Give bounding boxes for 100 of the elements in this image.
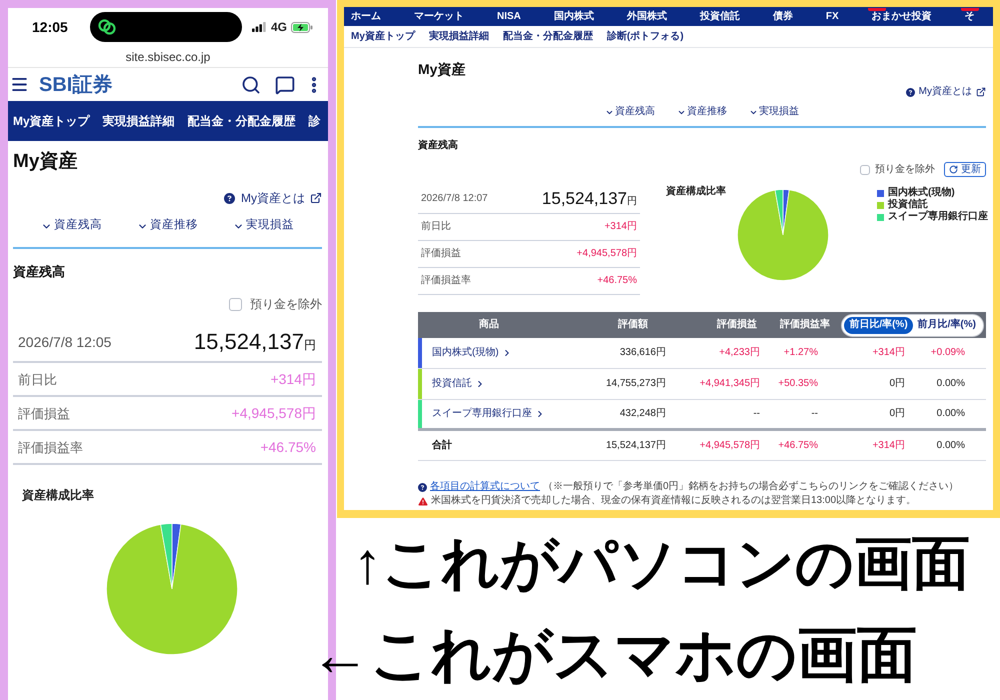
search-icon[interactable] xyxy=(241,74,261,94)
toggle-option[interactable]: 前日比/率(%) xyxy=(844,316,913,334)
table-cell-text: -- xyxy=(810,407,819,421)
chart-title: 資産構成比率 xyxy=(666,186,726,198)
row-label: 評価損益率 xyxy=(18,440,83,454)
nav-tab[interactable]: 投資信託 xyxy=(700,12,740,22)
section-title: 資産残高 xyxy=(13,264,66,280)
table-cell-text: +314円 xyxy=(871,346,906,360)
nav-tab[interactable]: My資産トップ xyxy=(13,115,90,127)
menu-icon[interactable] xyxy=(10,75,29,94)
warning-icon xyxy=(418,496,428,506)
table-cell-text: 14,755,273円 xyxy=(604,377,667,391)
caption: ↑これがパソコンの画面 xyxy=(353,535,970,593)
status-time: 12:05 xyxy=(32,20,69,34)
table-cell-text: 0.00% xyxy=(936,407,966,421)
table-cell-text: 0.00% xyxy=(936,438,966,452)
nav-tab[interactable]: FX xyxy=(826,12,839,22)
sub-nav-tab[interactable]: 診断(ポトフォる) xyxy=(606,32,684,42)
help-link[interactable]: My資産とは xyxy=(241,192,305,204)
row-value: +4,945,578円 xyxy=(232,406,316,420)
checkbox-label: 預り金を除外 xyxy=(250,298,322,310)
section-link[interactable]: 実現損益 xyxy=(749,107,799,117)
help-icon xyxy=(906,88,915,96)
table-cell-text: 0円 xyxy=(888,407,906,421)
row-label: 前日比 xyxy=(18,372,57,386)
row-label: 前日比 xyxy=(421,222,451,232)
nav-tab[interactable]: 国内株式 xyxy=(554,12,594,22)
note-text: 米国株式を円貨決済で売却した場合、現金の保有資産情報に反映されるのは翌営業日13:00以降となります。 xyxy=(431,496,916,506)
table-cell-text: +1.27% xyxy=(782,346,819,360)
nav-tab[interactable]: そ xyxy=(964,12,975,22)
table-cell-text: +4,233円 xyxy=(718,346,761,360)
section-link[interactable]: 資産残高 xyxy=(605,107,655,117)
sub-nav-tab[interactable]: 実現損益詳細 xyxy=(428,32,489,42)
row-value: +314円 xyxy=(604,222,637,232)
external-link-icon xyxy=(976,87,986,97)
nav-tab[interactable]: マーケット xyxy=(414,12,464,22)
nav-tab[interactable]: 債券 xyxy=(772,12,793,22)
product-link[interactable]: スイープ専用銀行口座 xyxy=(432,409,545,419)
timestamp: 2026/7/8 12:07 xyxy=(421,194,488,204)
page-title: My資産 xyxy=(418,60,466,78)
section-link[interactable]: 資産推移 xyxy=(137,220,198,232)
legend-label: 投資信託 xyxy=(888,200,928,210)
note-text: （※一般預りで「参考単価0円」銘柄をお持ちの場合必ずこちらのリンクをご確認ください） xyxy=(543,482,959,492)
table-cell-text: 15,524,137円 xyxy=(604,438,667,452)
table-cell-text: 432,248円 xyxy=(618,407,667,421)
table-cell-text: 0.00% xyxy=(936,377,966,391)
table-cell-text: +4,941,345円 xyxy=(698,377,761,391)
sub-nav-tab[interactable]: My資産トップ xyxy=(351,32,415,42)
table-cell-text: +4,945,578円 xyxy=(698,438,761,452)
section-link[interactable]: 実現損益 xyxy=(233,220,294,232)
timestamp: 2026/7/8 12:05 xyxy=(18,335,112,349)
table-cell-text: 336,616円 xyxy=(618,346,667,360)
row-value: +314円 xyxy=(270,372,316,386)
refresh-button[interactable]: 更新 xyxy=(944,162,986,177)
column-header: 評価損益率 xyxy=(778,320,831,330)
url-text: site.sbisec.co.jp xyxy=(126,50,210,62)
total-amount: 15,524,137円 xyxy=(194,331,316,353)
nav-tab[interactable]: おまかせ投資 xyxy=(872,12,932,22)
column-header: 評価額 xyxy=(616,320,649,330)
row-label: 評価損益 xyxy=(18,406,70,420)
nav-tab[interactable]: 診 xyxy=(308,115,321,127)
note-link[interactable]: 各項目の計算式について xyxy=(430,482,540,492)
table-cell-text: -- xyxy=(752,407,761,421)
signal-icon xyxy=(252,22,266,32)
table-cell-text: 0円 xyxy=(888,377,906,391)
table-cell-text: +314円 xyxy=(871,438,906,452)
section-link[interactable]: 資産残高 xyxy=(41,220,102,232)
refresh-icon xyxy=(949,165,958,174)
column-header: 評価損益 xyxy=(716,320,758,330)
table-cell-text: +50.35% xyxy=(777,377,819,391)
help-icon xyxy=(418,482,427,492)
checkbox[interactable] xyxy=(229,298,242,310)
product-link[interactable]: 国内株式(現物) xyxy=(432,348,512,358)
linked-rings-icon xyxy=(98,19,116,35)
checkbox-label: 預り金を除外 xyxy=(875,164,935,174)
row-value: +46.75% xyxy=(260,440,316,454)
nav-tab[interactable]: NISA xyxy=(497,12,521,22)
legend-label: スイープ専用銀行口座 xyxy=(888,212,988,222)
table-cell-text: +46.75% xyxy=(777,438,819,452)
table-cell-text: +0.09% xyxy=(930,346,966,360)
chat-icon[interactable] xyxy=(275,74,295,94)
nav-tab[interactable]: 実現損益詳細 xyxy=(102,115,175,127)
network-label: 4G xyxy=(271,21,288,33)
help-link[interactable]: My資産とは xyxy=(918,87,972,97)
chart-title: 資産構成比率 xyxy=(22,487,94,503)
checkbox[interactable] xyxy=(860,164,870,174)
total-amount: 15,524,137円 xyxy=(542,190,637,207)
external-link-icon xyxy=(310,192,322,204)
section-link[interactable]: 資産推移 xyxy=(677,107,727,117)
logo[interactable]: SBI証券 xyxy=(39,74,112,94)
row-label: 評価損益率 xyxy=(421,276,471,286)
nav-tab[interactable]: 配当金・分配金履歴 xyxy=(188,115,296,127)
column-header: 商品 xyxy=(478,320,500,330)
nav-tab[interactable]: 外国株式 xyxy=(626,12,667,22)
nav-tab[interactable]: ホーム xyxy=(351,12,381,22)
page-title: My資産 xyxy=(13,151,78,173)
battery-charging-icon xyxy=(291,22,314,32)
sub-nav-tab[interactable]: 配当金・分配金履歴 xyxy=(502,32,593,42)
product-link[interactable]: 投資信託 xyxy=(432,379,485,389)
row-value: +4,945,578円 xyxy=(576,249,637,259)
